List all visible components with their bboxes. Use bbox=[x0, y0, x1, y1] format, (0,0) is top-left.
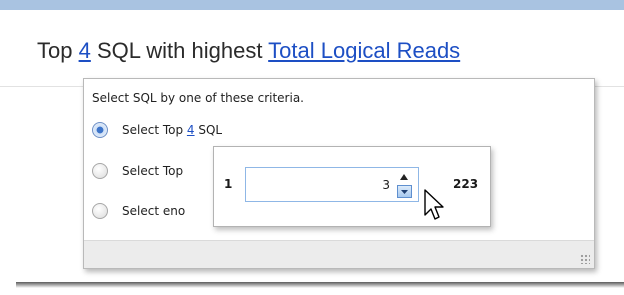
spinner-popup: 1 3 223 bbox=[213, 146, 491, 227]
option-label: Select Top bbox=[122, 164, 184, 178]
radio-unselected-icon[interactable] bbox=[92, 203, 108, 219]
option-label: Select eno bbox=[122, 204, 186, 218]
spinner-max-label: 223 bbox=[453, 177, 479, 191]
metric-link[interactable]: Total Logical Reads bbox=[268, 38, 460, 63]
spinner-input[interactable]: 3 bbox=[245, 167, 419, 202]
option-label: Select Top 4 SQL bbox=[122, 123, 223, 137]
spinner-value[interactable]: 3 bbox=[382, 178, 390, 192]
page-title: Top 4 SQL with highest Total Logical Rea… bbox=[37, 38, 460, 64]
popup-footer bbox=[84, 240, 594, 268]
title-prefix: Top bbox=[37, 38, 79, 63]
spin-down-button[interactable] bbox=[397, 185, 412, 198]
spin-down-icon bbox=[401, 190, 408, 194]
mouse-cursor-icon bbox=[424, 189, 444, 220]
radio-unselected-icon[interactable] bbox=[92, 163, 108, 179]
spin-up-icon[interactable] bbox=[398, 172, 410, 182]
radio-selected-icon[interactable] bbox=[92, 122, 108, 138]
title-middle: SQL with highest bbox=[90, 38, 269, 63]
criteria-prompt: Select SQL by one of these criteria. bbox=[92, 91, 304, 105]
top-accent-band bbox=[0, 0, 624, 10]
top-count-link[interactable]: 4 bbox=[79, 38, 91, 63]
spinner-min-label: 1 bbox=[224, 177, 233, 191]
option-count-link[interactable]: 4 bbox=[187, 123, 195, 137]
bottom-shadow bbox=[16, 282, 624, 288]
resize-grip-icon[interactable] bbox=[580, 254, 590, 264]
